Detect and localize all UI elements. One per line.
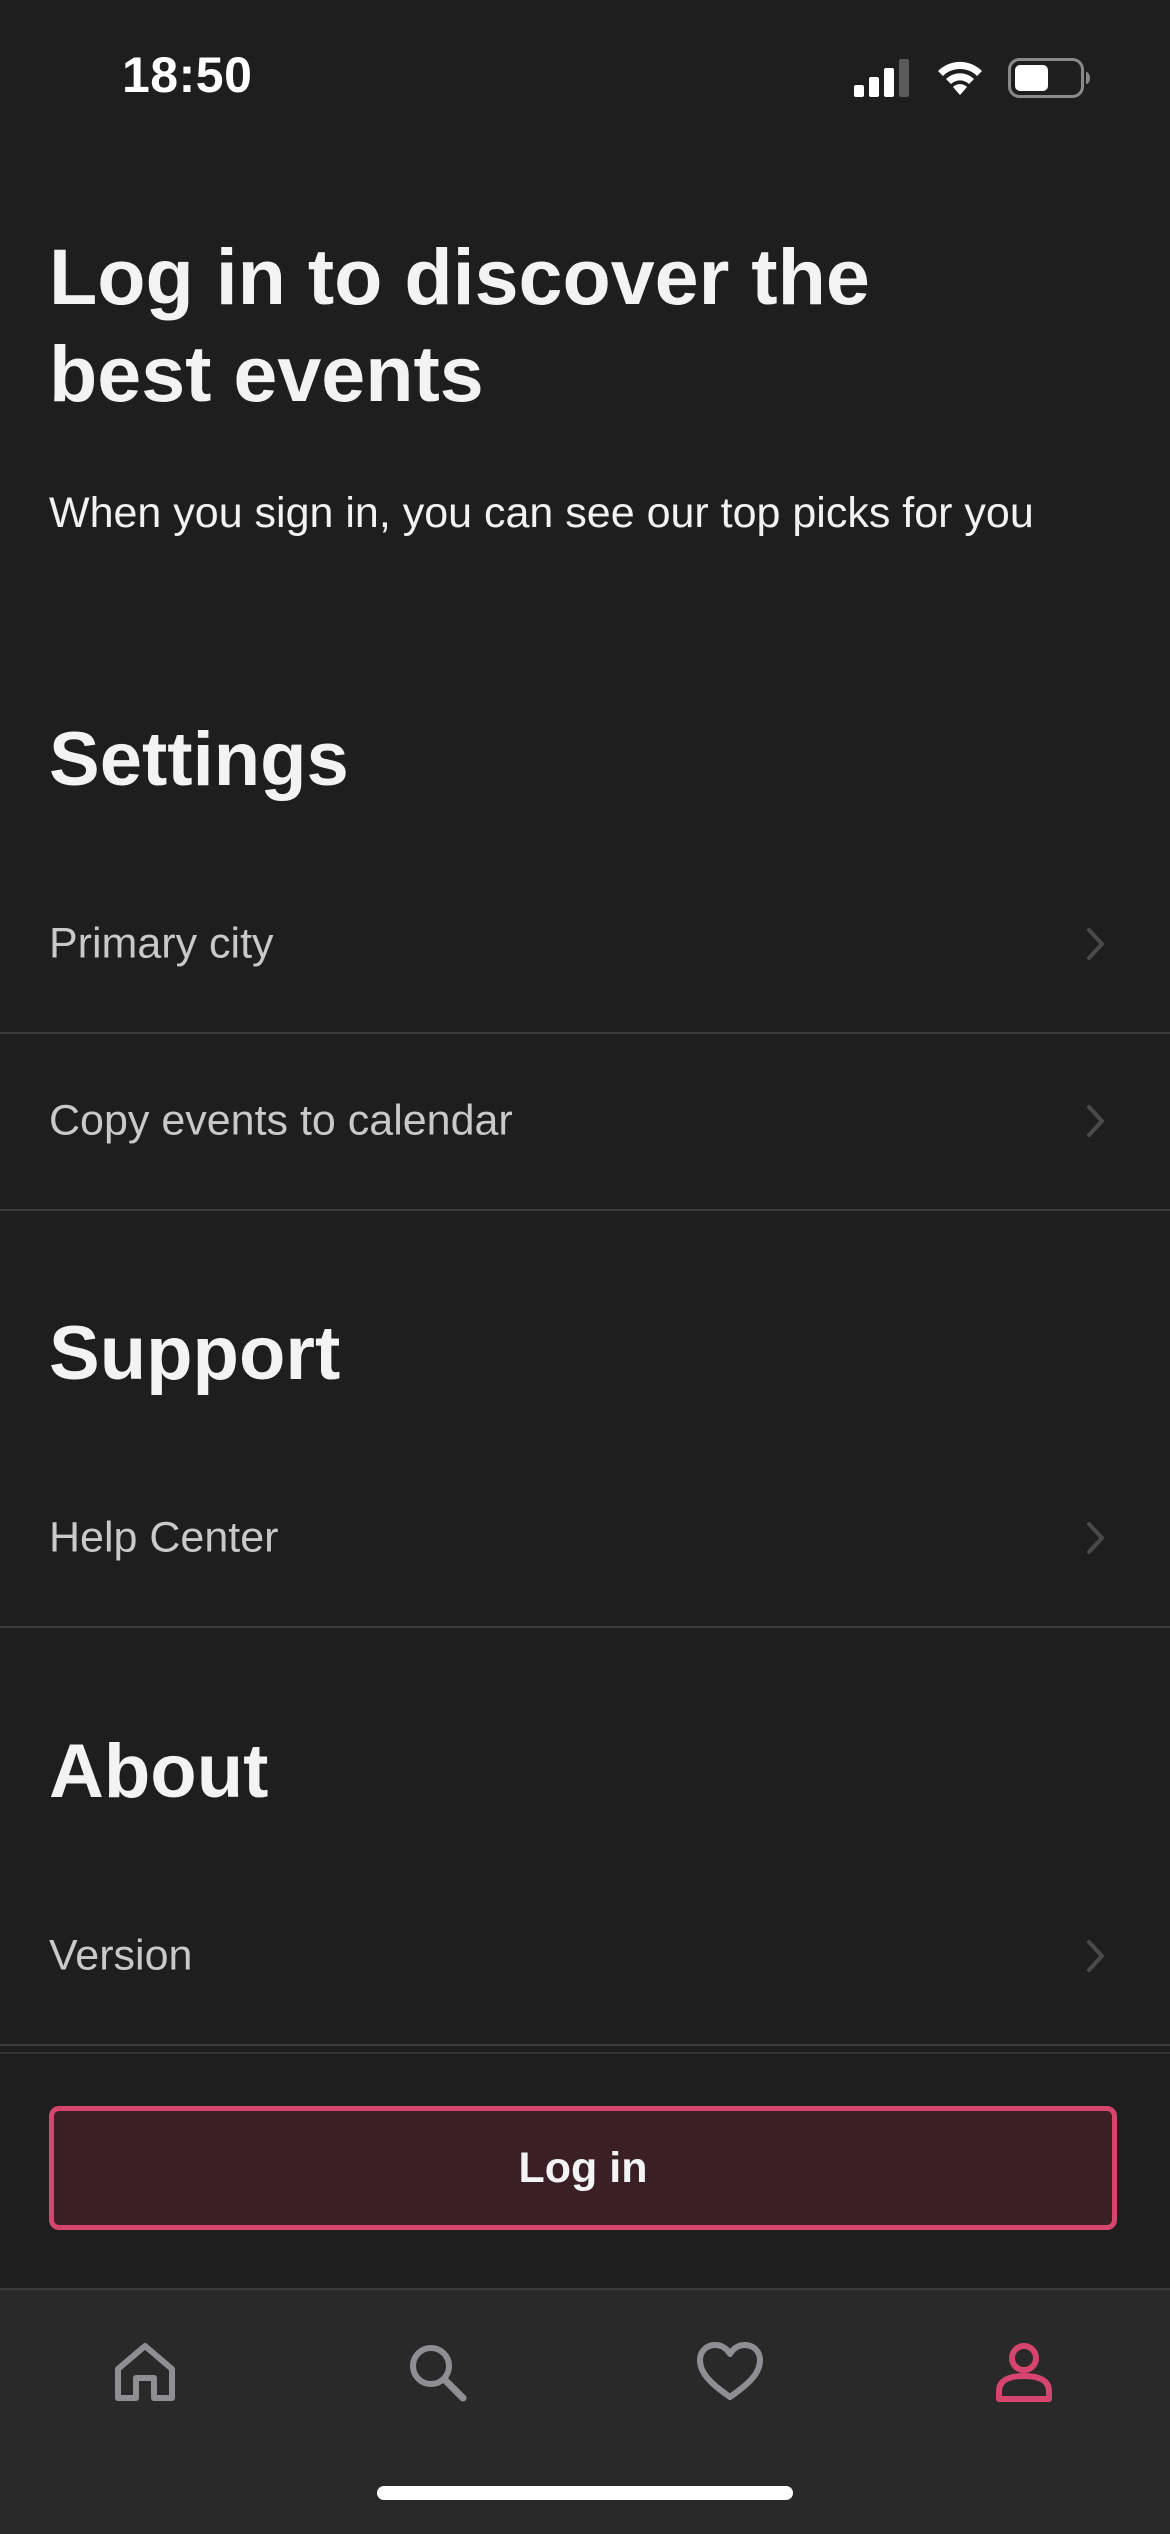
about-item-version[interactable]: Version: [0, 1868, 1170, 2046]
cellular-signal-icon: [854, 59, 909, 97]
chevron-right-icon: [1087, 1940, 1104, 1972]
login-footer: Log in: [0, 2052, 1170, 2290]
tab-search[interactable]: [397, 2332, 477, 2412]
support-item-help-center[interactable]: Help Center: [0, 1450, 1170, 1628]
hero-title: Log in to discover the best events: [49, 232, 870, 418]
status-bar: 18:50: [0, 0, 1170, 150]
hero-subtitle: When you sign in, you can see our top pi…: [49, 489, 1034, 537]
heart-icon: [697, 2342, 763, 2400]
settings-item-primary-city[interactable]: Primary city: [0, 856, 1170, 1034]
profile-icon: [996, 2343, 1052, 2402]
battery-icon: [1008, 58, 1090, 98]
tab-profile[interactable]: [984, 2332, 1064, 2412]
section-title-settings: Settings: [49, 717, 349, 802]
home-indicator: [377, 2486, 793, 2500]
row-label: Primary city: [49, 919, 274, 968]
status-icons: [854, 56, 1090, 100]
row-label: Copy events to calendar: [49, 1096, 513, 1145]
tab-favorites[interactable]: [690, 2332, 770, 2412]
login-button[interactable]: Log in: [49, 2106, 1117, 2230]
status-time: 18:50: [122, 47, 253, 103]
tab-home[interactable]: [105, 2332, 185, 2412]
row-label: Version: [49, 1931, 193, 1980]
wifi-icon: [938, 61, 982, 95]
settings-item-copy-events-to-calendar[interactable]: Copy events to calendar: [0, 1033, 1170, 1211]
home-icon: [115, 2343, 175, 2401]
chevron-right-icon: [1087, 1522, 1104, 1554]
section-title-about: About: [49, 1729, 269, 1814]
chevron-right-icon: [1087, 928, 1104, 960]
row-label: Help Center: [49, 1513, 279, 1562]
hero: Log in to discover the best events When …: [49, 228, 1109, 540]
search-icon: [410, 2345, 467, 2402]
section-title-support: Support: [49, 1311, 341, 1396]
chevron-right-icon: [1087, 1105, 1104, 1137]
